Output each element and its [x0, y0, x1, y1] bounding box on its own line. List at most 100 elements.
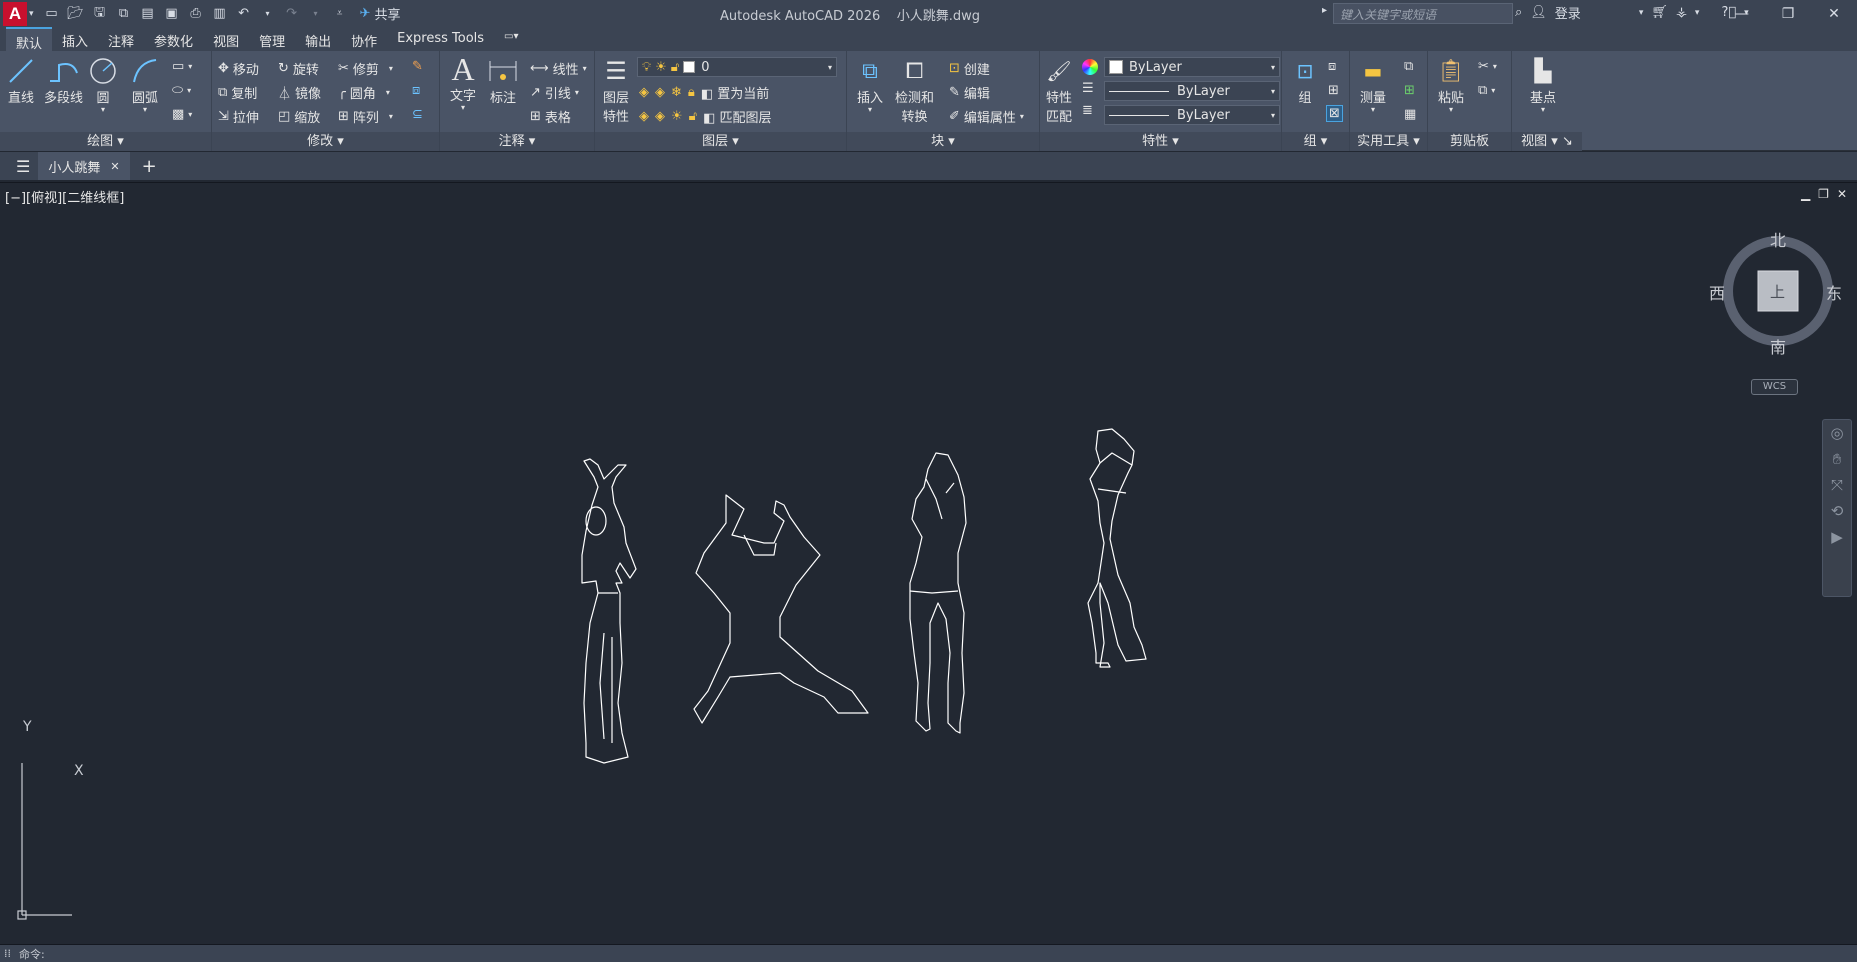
tab-4[interactable]: 视图: [203, 27, 249, 51]
compass-east[interactable]: 东: [1826, 280, 1842, 304]
layer-off-icon[interactable]: ◈: [639, 85, 649, 100]
ellipse-button[interactable]: ⬭ ▾: [172, 83, 191, 98]
customize-toolbar-icon[interactable]: ⩡: [330, 4, 350, 24]
arc-dropdown-icon[interactable]: ▾: [143, 106, 147, 114]
tab-3[interactable]: 参数化: [144, 27, 203, 51]
wcs-menu[interactable]: WCS: [1751, 379, 1798, 395]
linetype-icon[interactable]: ☰: [1082, 81, 1094, 96]
tab-0[interactable]: 默认: [6, 27, 53, 52]
tab-1[interactable]: 插入: [52, 27, 98, 51]
search-icon[interactable]: ⌕: [1515, 5, 1522, 20]
annotation-panel-label[interactable]: 注释 ▾: [440, 132, 594, 151]
layer-properties-button[interactable]: ☰ 图层 特性: [599, 55, 633, 125]
drawing-viewport[interactable]: [−][俯视][二维线框] ▁ ❐ ✕ 北 南 东 西 上 WCS ◎ ✋︎ ⤧…: [0, 182, 1857, 944]
leader-dropdown-icon[interactable]: ▾: [575, 88, 579, 97]
groups-panel-label[interactable]: 组 ▾: [1282, 132, 1349, 151]
array-button[interactable]: ⊞ 阵列 ▾: [338, 107, 393, 126]
cut-button[interactable]: ✂ ▾: [1478, 59, 1497, 74]
viewcube-top-face[interactable]: 上: [1770, 281, 1785, 302]
calculator-icon[interactable]: ▦: [1404, 107, 1416, 122]
trim-dropdown-icon[interactable]: ▾: [389, 64, 393, 73]
viewport-minimize-icon[interactable]: ▁: [1801, 187, 1810, 201]
app-dropdown-icon[interactable]: ▾: [1695, 8, 1700, 18]
layer-lock-icon[interactable]: 🔒︎: [688, 85, 695, 100]
dimension-button[interactable]: 标注: [486, 55, 520, 106]
lineweight-icon[interactable]: ≣: [1082, 103, 1093, 118]
color-dropdown[interactable]: ByLayer ▾: [1104, 57, 1280, 77]
new-file-icon[interactable]: ▭: [42, 4, 62, 24]
layer-unlock-all-icon[interactable]: 🔓︎: [689, 109, 697, 124]
login-link[interactable]: 登录: [1555, 3, 1581, 22]
detect-convert-button[interactable]: ⧠ 检测和 转换: [895, 55, 934, 126]
autodesk-app-icon[interactable]: ⚶: [1676, 5, 1687, 20]
circle-dropdown-icon[interactable]: ▾: [101, 106, 105, 114]
undo-dropdown-icon[interactable]: ▾: [258, 4, 278, 24]
close-icon[interactable]: ✕: [1811, 0, 1857, 27]
save-to-web-icon[interactable]: ▤: [138, 4, 158, 24]
compass-north[interactable]: 北: [1770, 227, 1786, 251]
explode-button[interactable]: ⧈: [412, 83, 420, 98]
compass-west[interactable]: 西: [1709, 280, 1725, 304]
color-wheel-icon[interactable]: [1082, 59, 1098, 75]
zoom-extents-icon[interactable]: ⤧: [1823, 472, 1851, 498]
cut-dropdown-icon[interactable]: ▾: [1493, 62, 1497, 71]
rectangle-dropdown-icon[interactable]: ▾: [188, 62, 192, 71]
rotate-button[interactable]: ↻ 旋转: [278, 59, 319, 78]
orbit-icon[interactable]: ⟲: [1823, 498, 1851, 524]
base-view-button[interactable]: ▙ 基点 ▾: [1526, 55, 1560, 114]
save-icon[interactable]: 🖫︎: [90, 4, 110, 24]
group-edit-icon[interactable]: ⊞: [1328, 83, 1339, 98]
linear-button[interactable]: ⟷ 线性 ▾: [530, 59, 587, 78]
open-from-web-icon[interactable]: ▣: [162, 4, 182, 24]
command-line[interactable]: ⁞⁞ 命令:: [0, 944, 1857, 962]
app-menu-chevron-icon[interactable]: ▾: [29, 9, 34, 19]
fillet-button[interactable]: ╭ 圆角 ▾: [338, 83, 390, 102]
tab-8[interactable]: Express Tools: [387, 27, 494, 51]
hatch-button[interactable]: ▩ ▾: [172, 107, 192, 122]
insert-dropdown-icon[interactable]: ▾: [868, 106, 872, 114]
polyline-button[interactable]: 多段线: [44, 55, 83, 106]
viewport-close-icon[interactable]: ✕: [1837, 187, 1847, 201]
login-dropdown-icon[interactable]: ▾: [1639, 8, 1644, 18]
leader-button[interactable]: ↗ 引线 ▾: [530, 83, 579, 102]
modify-panel-label[interactable]: 修改 ▾: [212, 132, 439, 151]
close-tab-icon[interactable]: ✕: [110, 160, 119, 173]
copy-clip-dropdown-icon[interactable]: ▾: [1491, 86, 1495, 95]
copy-button[interactable]: ⧉ 复制: [218, 83, 257, 102]
mirror-button[interactable]: ⏃ 镜像: [278, 83, 321, 102]
match-layer-button[interactable]: ◧ 匹配图层: [703, 107, 771, 126]
arc-button[interactable]: 圆弧 ▾: [128, 55, 162, 114]
ellipse-dropdown-icon[interactable]: ▾: [187, 86, 191, 95]
measure-dropdown-icon[interactable]: ▾: [1371, 106, 1375, 114]
ribbon-display-toggle-icon[interactable]: ▭▾: [494, 27, 528, 51]
search-input[interactable]: 键入关键字或短语: [1333, 3, 1513, 24]
edit-attributes-button[interactable]: ✐ 编辑属性 ▾: [949, 107, 1024, 126]
clipboard-panel-label[interactable]: 剪贴板: [1428, 132, 1511, 151]
group-button[interactable]: ⊡ 组: [1288, 55, 1322, 106]
measure-button[interactable]: ▬ 测量 ▾: [1356, 55, 1390, 114]
offset-button[interactable]: ⊆: [412, 107, 423, 122]
redo-dropdown-icon[interactable]: ▾: [306, 4, 326, 24]
hamburger-menu-icon[interactable]: ☰: [16, 157, 30, 176]
layer-freeze-icon[interactable]: ❄: [671, 85, 682, 100]
command-grip-icon[interactable]: ⁞⁞: [4, 947, 11, 960]
properties-panel-label[interactable]: 特性 ▾: [1040, 132, 1281, 151]
text-dropdown-icon[interactable]: ▾: [461, 104, 465, 112]
paste-button[interactable]: 📋︎ 粘贴 ▾: [1434, 55, 1468, 114]
array-dropdown-icon[interactable]: ▾: [389, 112, 393, 121]
utilities-panel-label[interactable]: 实用工具 ▾: [1350, 132, 1427, 151]
text-button[interactable]: A 文字 ▾: [446, 51, 480, 112]
steering-wheel-icon[interactable]: ◎: [1823, 420, 1851, 446]
viewport-controls-label[interactable]: [−][俯视][二维线框]: [5, 187, 124, 206]
fillet-dropdown-icon[interactable]: ▾: [386, 88, 390, 97]
maximize-icon[interactable]: ❐: [1765, 0, 1811, 27]
search-expand-icon[interactable]: ▸: [1322, 5, 1327, 16]
layer-isolate-icon[interactable]: ◈: [655, 85, 665, 100]
ungroup-icon[interactable]: ⧈: [1328, 59, 1336, 74]
block-panel-label[interactable]: 块 ▾: [847, 132, 1039, 151]
copy-clip-button[interactable]: ⧉ ▾: [1478, 83, 1495, 98]
pan-icon[interactable]: ✋︎: [1823, 446, 1851, 472]
compass-south[interactable]: 南: [1770, 334, 1786, 358]
table-button[interactable]: ⊞ 表格: [530, 107, 571, 126]
circle-button[interactable]: 圆 ▾: [86, 55, 120, 114]
